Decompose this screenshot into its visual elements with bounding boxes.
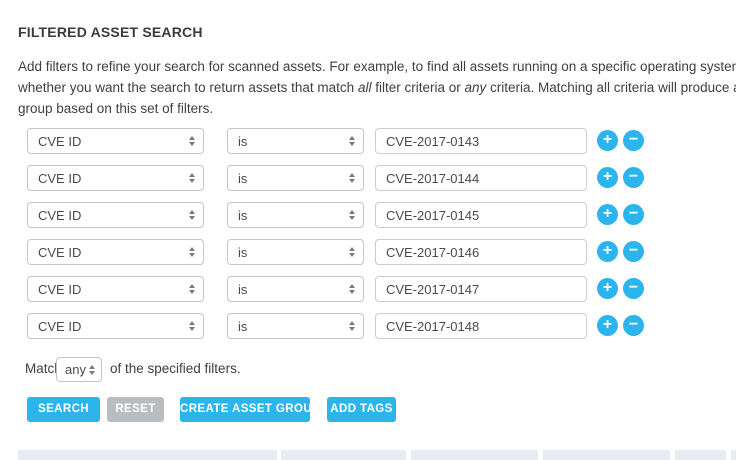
description-line-3: group based on this set of filters. — [18, 98, 736, 119]
add-filter-icon[interactable]: + — [597, 204, 618, 225]
filter-operator-value: is — [228, 208, 247, 223]
filter-operator-value: is — [228, 319, 247, 334]
filter-field-value: CVE ID — [28, 171, 81, 186]
select-stepper-icon — [189, 284, 195, 294]
table-header-cell — [281, 450, 406, 460]
select-stepper-icon — [349, 321, 355, 331]
filter-field-select[interactable]: CVE ID — [27, 313, 204, 339]
table-header-cell — [18, 450, 277, 460]
filter-field-value: CVE ID — [28, 282, 81, 297]
reset-button[interactable]: RESET — [107, 397, 164, 422]
filter-field-select[interactable]: CVE ID — [27, 165, 204, 191]
filter-operator-value: is — [228, 171, 247, 186]
select-stepper-icon — [189, 210, 195, 220]
description-text: filter criteria or — [371, 80, 464, 95]
description-italic-all: all — [358, 80, 372, 95]
select-stepper-icon — [349, 247, 355, 257]
filter-value-input[interactable] — [375, 276, 587, 302]
remove-filter-icon[interactable]: − — [623, 315, 644, 336]
filter-field-value: CVE ID — [28, 134, 81, 149]
page-title: FILTERED ASSET SEARCH — [18, 24, 203, 40]
filter-row: CVE ID is + − — [27, 276, 647, 302]
description-text: Add filters to refine your search for sc… — [18, 59, 736, 74]
filter-row: CVE ID is + − — [27, 165, 647, 191]
select-stepper-icon — [349, 136, 355, 146]
filter-value-input[interactable] — [375, 239, 587, 265]
table-header-cell — [411, 450, 538, 460]
filter-field-select[interactable]: CVE ID — [27, 128, 204, 154]
select-stepper-icon — [349, 210, 355, 220]
filter-field-value: CVE ID — [28, 319, 81, 334]
search-button[interactable]: SEARCH — [27, 397, 100, 422]
description-text: criteria. Matching all criteria will pro… — [486, 80, 736, 95]
filter-row: CVE ID is + − — [27, 239, 647, 265]
match-mode-select[interactable]: any — [56, 357, 102, 382]
table-header-cell — [731, 450, 736, 460]
select-stepper-icon — [189, 136, 195, 146]
remove-filter-icon[interactable]: − — [623, 204, 644, 225]
match-label-suffix: of the specified filters. — [110, 361, 241, 376]
filter-operator-select[interactable]: is — [227, 239, 364, 265]
filter-row: CVE ID is + − — [27, 202, 647, 228]
select-stepper-icon — [349, 284, 355, 294]
remove-filter-icon[interactable]: − — [623, 278, 644, 299]
filter-field-select[interactable]: CVE ID — [27, 276, 204, 302]
filter-value-input[interactable] — [375, 202, 587, 228]
filter-operator-value: is — [228, 282, 247, 297]
filter-field-select[interactable]: CVE ID — [27, 202, 204, 228]
description-line-1: Add filters to refine your search for sc… — [18, 56, 736, 77]
filter-row: CVE ID is + − — [27, 313, 647, 339]
filter-operator-select[interactable]: is — [227, 313, 364, 339]
filter-operator-select[interactable]: is — [227, 128, 364, 154]
filter-value-input[interactable] — [375, 165, 587, 191]
remove-filter-icon[interactable]: − — [623, 241, 644, 262]
filter-field-value: CVE ID — [28, 245, 81, 260]
select-stepper-icon — [89, 365, 95, 375]
description-text: whether you want the search to return as… — [18, 80, 358, 95]
select-stepper-icon — [189, 321, 195, 331]
table-header-cell — [675, 450, 726, 460]
filter-value-input[interactable] — [375, 313, 587, 339]
filter-row: CVE ID is + − — [27, 128, 647, 154]
remove-filter-icon[interactable]: − — [623, 130, 644, 151]
filter-value-input[interactable] — [375, 128, 587, 154]
add-filter-icon[interactable]: + — [597, 130, 618, 151]
filter-operator-value: is — [228, 134, 247, 149]
filter-field-value: CVE ID — [28, 208, 81, 223]
create-asset-group-button[interactable]: CREATE ASSET GROUP — [180, 397, 310, 422]
match-mode-value: any — [57, 362, 86, 377]
description-line-2: whether you want the search to return as… — [18, 77, 736, 98]
filter-field-select[interactable]: CVE ID — [27, 239, 204, 265]
remove-filter-icon[interactable]: − — [623, 167, 644, 188]
add-filter-icon[interactable]: + — [597, 278, 618, 299]
table-header-cell — [543, 450, 670, 460]
add-filter-icon[interactable]: + — [597, 167, 618, 188]
add-filter-icon[interactable]: + — [597, 241, 618, 262]
description-italic-any: any — [464, 80, 486, 95]
add-tags-button[interactable]: ADD TAGS — [327, 397, 396, 422]
select-stepper-icon — [189, 173, 195, 183]
select-stepper-icon — [349, 173, 355, 183]
add-filter-icon[interactable]: + — [597, 315, 618, 336]
select-stepper-icon — [189, 247, 195, 257]
filter-operator-value: is — [228, 245, 247, 260]
filter-operator-select[interactable]: is — [227, 202, 364, 228]
filter-operator-select[interactable]: is — [227, 276, 364, 302]
filtered-asset-search-panel: FILTERED ASSET SEARCH Add filters to ref… — [0, 0, 736, 457]
filter-operator-select[interactable]: is — [227, 165, 364, 191]
